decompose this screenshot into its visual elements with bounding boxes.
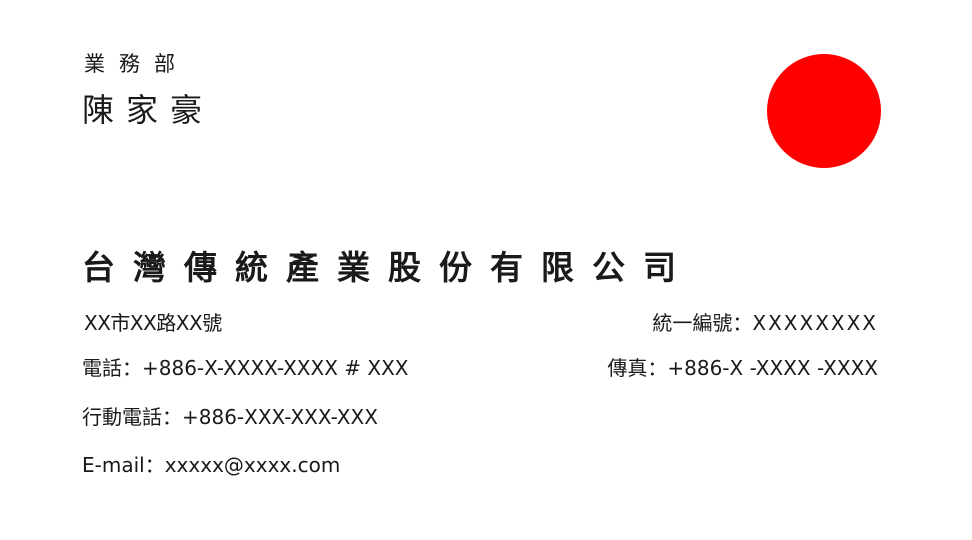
mobile-value: +886-XXX-XXX-XXX bbox=[182, 405, 378, 429]
tax-id-value: XXXXXXXX bbox=[752, 311, 878, 335]
email-line: E-mail：xxxxx@xxxx.com bbox=[82, 451, 340, 479]
fax-label: 傳真： bbox=[607, 356, 668, 380]
department-label: 業務部 bbox=[84, 52, 189, 76]
phone-line: 電話：+886-X-XXXX-XXXX # XXX bbox=[82, 354, 408, 382]
fax-line: 傳真：+886-X -XXXX -XXXX bbox=[607, 354, 878, 382]
red-circle-logo-icon bbox=[767, 54, 881, 168]
email-value[interactable]: xxxxx@xxxx.com bbox=[165, 453, 341, 477]
company-name: 台灣傳統產業股份有限公司 bbox=[82, 248, 694, 287]
business-card: 業務部 陳家豪 台灣傳統產業股份有限公司 XX市XX路XX號 統一編號：XXXX… bbox=[0, 0, 972, 540]
address: XX市XX路XX號 bbox=[84, 311, 222, 335]
person-name: 陳家豪 bbox=[82, 91, 215, 129]
tax-id-label: 統一編號： bbox=[652, 311, 753, 335]
phone-value: +886-X-XXXX-XXXX # XXX bbox=[142, 356, 409, 380]
mobile-line: 行動電話：+886-XXX-XXX-XXX bbox=[82, 403, 378, 431]
email-label: E-mail： bbox=[82, 453, 165, 477]
mobile-label: 行動電話： bbox=[82, 405, 182, 429]
tax-id-line: 統一編號：XXXXXXXX bbox=[652, 309, 878, 337]
phone-label: 電話： bbox=[82, 356, 142, 380]
fax-value: +886-X -XXXX -XXXX bbox=[667, 356, 878, 380]
